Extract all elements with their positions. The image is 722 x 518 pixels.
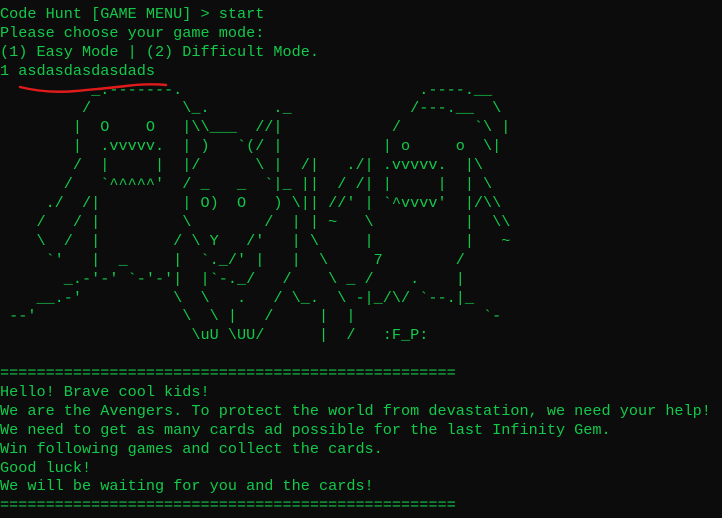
command-prompt-line: Code Hunt [GAME MENU] > start [0,5,265,23]
message-line: Win following games and collect the card… [0,439,383,458]
choose-mode-text: Please choose your game mode: [0,23,265,42]
message-line: Hello! Brave cool kids! [0,383,210,402]
message-line: We are the Avengers. To protect the worl… [0,401,711,420]
message-line: Good luck! [0,458,92,477]
terminal-window[interactable]: Code Hunt [GAME MENU] > start Please cho… [0,0,722,518]
avengers-ascii-art: _.-------. .----.__ / \_. ._ /---.__ \ |… [9,80,511,345]
mode-options-text: (1) Easy Mode | (2) Difficult Mode. [0,42,319,61]
separator-top: ========================================… [0,364,456,383]
message-line: We need to get as many cards ad possible… [0,420,611,439]
user-input-line[interactable]: 1 asdasdasdasdads [0,62,722,81]
message-line: We will be waiting for you and the cards… [0,477,374,496]
separator-bottom: ========================================… [0,496,456,515]
